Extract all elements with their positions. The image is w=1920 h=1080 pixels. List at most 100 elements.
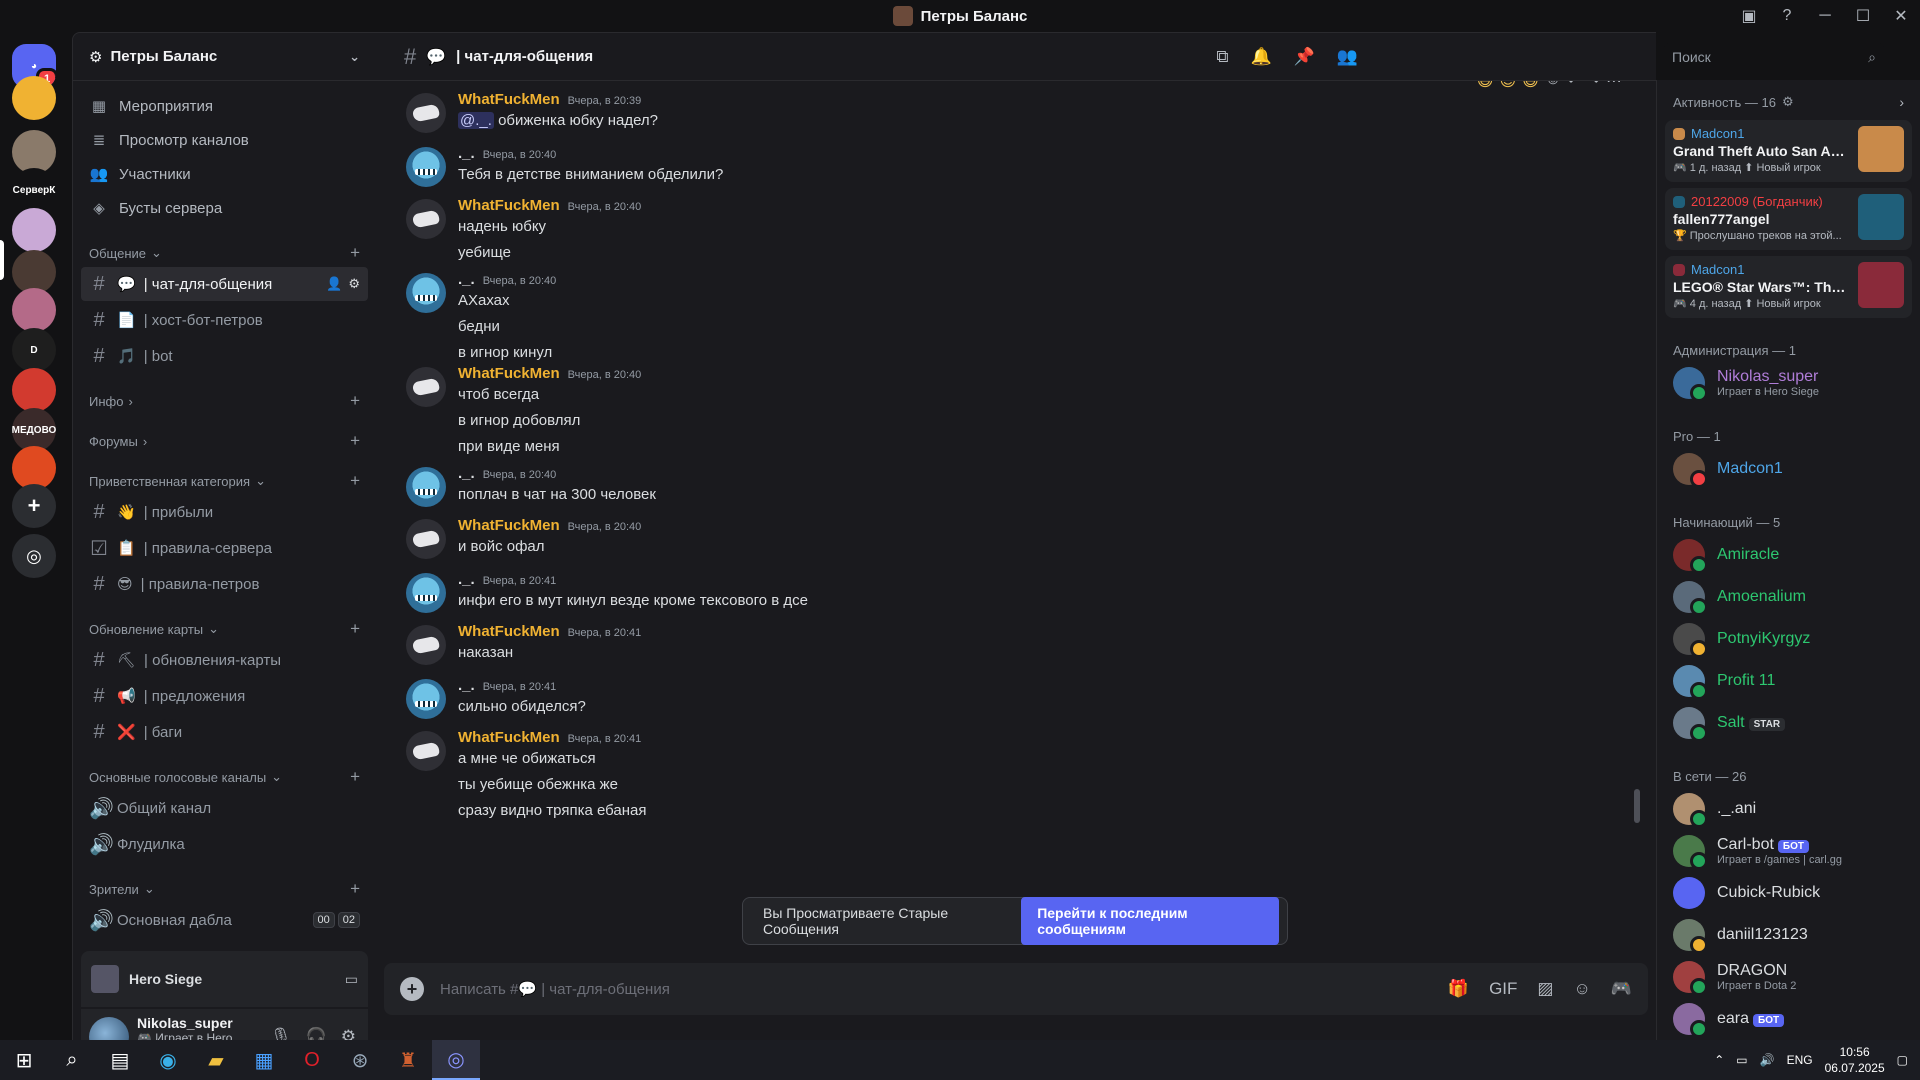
add-reaction-icon[interactable]: ☺	[1545, 81, 1561, 91]
forward-icon[interactable]: ↷	[1587, 81, 1600, 91]
message-author[interactable]: WhatFuckMen	[458, 91, 560, 108]
activities-icon[interactable]: 🎮	[1611, 979, 1632, 999]
windows-start-icon[interactable]: ⊞	[0, 1040, 48, 1080]
category-header[interactable]: Зрители ⌄ +	[81, 877, 368, 901]
emoji-icon[interactable]: ☺	[1573, 979, 1590, 999]
channel-item[interactable]: 🔊 Основная дабла 00 02	[81, 903, 368, 937]
gif-icon[interactable]: GIF	[1489, 979, 1517, 999]
add-channel-icon[interactable]: +	[350, 619, 360, 639]
member-item[interactable]: Profit 11	[1665, 660, 1912, 702]
avatar[interactable]	[406, 273, 446, 313]
member-item[interactable]: Cubick-Rubick	[1665, 872, 1912, 914]
avatar[interactable]	[406, 573, 446, 613]
add-channel-icon[interactable]: +	[350, 471, 360, 491]
add-channel-icon[interactable]: +	[350, 431, 360, 451]
jump-to-present-button[interactable]: Перейти к последним сообщениям	[1021, 897, 1279, 945]
add-channel-icon[interactable]: +	[350, 243, 360, 263]
avatar[interactable]	[406, 467, 446, 507]
avatar[interactable]	[406, 147, 446, 187]
tray-chevron-icon[interactable]: ⌃	[1714, 1053, 1724, 1067]
chevron-right-icon[interactable]: ›	[1899, 94, 1904, 110]
category-header[interactable]: Основные голосовые каналы ⌄ +	[81, 765, 368, 789]
reaction-emoji-icon[interactable]: 😆	[1522, 81, 1539, 91]
user-mention[interactable]: @._.	[458, 112, 494, 129]
close-button[interactable]: ✕	[1882, 0, 1920, 32]
reaction-emoji-icon[interactable]: 😎	[1499, 81, 1516, 91]
category-header[interactable]: Форумы › +	[81, 429, 368, 453]
search-input[interactable]: Поиск ⌕	[1664, 43, 1884, 71]
member-item[interactable]: Amiracle	[1665, 534, 1912, 576]
nav-calendar[interactable]: ▦ Мероприятия	[81, 89, 368, 123]
category-header[interactable]: Общение ⌄ +	[81, 241, 368, 265]
member-list-icon[interactable]: 👥	[1337, 47, 1358, 67]
avatar[interactable]	[406, 199, 446, 239]
reply-icon[interactable]: ↶	[1567, 81, 1580, 91]
avatar[interactable]	[406, 367, 446, 407]
message-author[interactable]: WhatFuckMen	[458, 517, 560, 534]
category-header[interactable]: Приветственная категория ⌄ +	[81, 469, 368, 493]
avatar[interactable]	[406, 625, 446, 665]
channel-item[interactable]: # 😎 | правила-петров	[81, 567, 368, 601]
file-explorer-icon[interactable]: ▰	[192, 1040, 240, 1080]
member-item[interactable]: Salt STAR	[1665, 702, 1912, 744]
channel-item[interactable]: 🔊 Флудилка	[81, 827, 368, 861]
member-item[interactable]: ._.ani	[1665, 788, 1912, 830]
nav-browse-channels[interactable]: ≣ Просмотр каналов	[81, 123, 368, 157]
clock[interactable]: 10:56 06.07.2025	[1825, 1044, 1885, 1076]
reaction-emoji-icon[interactable]: 😄	[1477, 81, 1494, 91]
gift-icon[interactable]: 🎁	[1448, 979, 1469, 999]
volume-icon[interactable]: 🔊	[1760, 1053, 1775, 1067]
discover-icon[interactable]: ◎	[12, 534, 56, 578]
channel-item[interactable]: # 📄 | хост-бот-петров	[81, 303, 368, 337]
nav-boost[interactable]: ◈ Бусты сервера	[81, 191, 368, 225]
server-icon[interactable]	[12, 288, 56, 332]
message-author[interactable]: ._.	[458, 677, 475, 694]
message-author[interactable]: ._.	[458, 271, 475, 288]
add-server-icon[interactable]: +	[12, 484, 56, 528]
channel-item[interactable]: ☑ 📋 | правила-сервера	[81, 531, 368, 565]
discord-icon[interactable]: ◎	[432, 1040, 480, 1080]
add-channel-icon[interactable]: +	[350, 767, 360, 787]
avatar[interactable]	[406, 679, 446, 719]
member-item[interactable]: daniil123123	[1665, 914, 1912, 956]
help-icon[interactable]: ?	[1768, 0, 1806, 32]
settings-icon[interactable]: ⚙	[1782, 94, 1794, 110]
avatar[interactable]	[406, 731, 446, 771]
member-item[interactable]: Nikolas_super Играет в Hero Siege	[1665, 362, 1912, 404]
opera-icon[interactable]: O	[288, 1040, 336, 1080]
message-author[interactable]: WhatFuckMen	[458, 729, 560, 746]
member-item[interactable]: eara БОТ	[1665, 998, 1912, 1040]
scrollbar[interactable]	[1634, 789, 1640, 823]
member-item[interactable]: Madcon1	[1665, 448, 1912, 490]
avatar[interactable]	[406, 93, 446, 133]
channel-item[interactable]: # 💬 | чат-для-общения 👤 ⚙	[81, 267, 368, 301]
edge-icon[interactable]: ◉	[144, 1040, 192, 1080]
message-author[interactable]: WhatFuckMen	[458, 197, 560, 214]
threads-icon[interactable]: ⧉	[1216, 47, 1228, 67]
server-icon[interactable]	[12, 368, 56, 412]
inbox-icon[interactable]: ▣	[1730, 0, 1768, 32]
activity-card[interactable]: Madcon1 Grand Theft Auto San Andr... 🎮 1 д…	[1665, 120, 1912, 182]
steam-icon[interactable]: ⊛	[336, 1040, 384, 1080]
game-icon[interactable]: ♜	[384, 1040, 432, 1080]
channel-item[interactable]: 🔊 Общий канал	[81, 791, 368, 825]
message-author[interactable]: ._.	[458, 571, 475, 588]
add-attachment-icon[interactable]: +	[400, 977, 424, 1001]
message-author[interactable]: WhatFuckMen	[458, 623, 560, 640]
screen-share-icon[interactable]: ▭	[345, 971, 358, 988]
member-item[interactable]: DRAGON Играет в Dota 2	[1665, 956, 1912, 998]
channel-item[interactable]: # ❌ | баги	[81, 715, 368, 749]
pin-icon[interactable]: 📌	[1294, 47, 1315, 67]
activity-card[interactable]: 20122009 (Богданчик) fallen777angel 🏆 Прос…	[1665, 188, 1912, 250]
server-icon[interactable]	[12, 76, 56, 120]
message-author[interactable]: ._.	[458, 465, 475, 482]
server-icon[interactable]: D	[12, 328, 56, 372]
avatar[interactable]	[406, 519, 446, 559]
member-item[interactable]: Amoenalium	[1665, 576, 1912, 618]
member-item[interactable]: PotnyiKyrgyz	[1665, 618, 1912, 660]
search-icon[interactable]: ⌕	[48, 1040, 96, 1080]
channel-item[interactable]: # 📢 | предложения	[81, 679, 368, 713]
nav-members[interactable]: 👥 Участники	[81, 157, 368, 191]
bell-icon[interactable]: 🔔	[1250, 47, 1271, 67]
channel-item[interactable]: # 👋 | прибыли	[81, 495, 368, 529]
